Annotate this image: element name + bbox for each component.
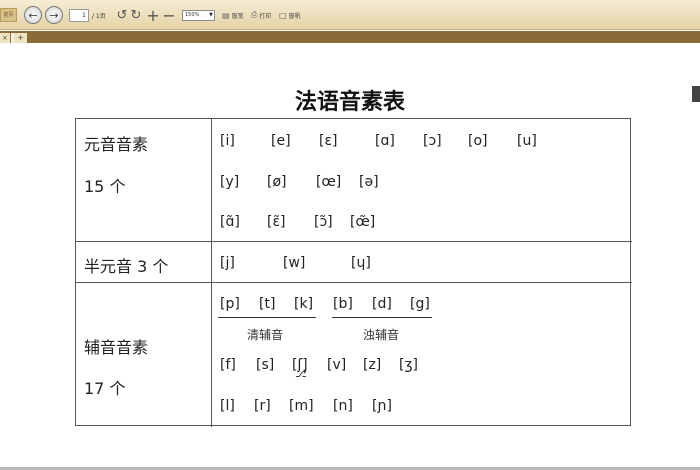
phoneme: [v] — [327, 357, 347, 373]
voiced-underline — [332, 317, 432, 318]
phoneme: [ɲ] — [372, 398, 392, 414]
zoom-in-icon[interactable]: + — [146, 0, 160, 30]
viewer-toolbar: 前页 ← → 1 / 1页 ↺ ↻ + − 150% ▼ ▤ 窗宽 ⎙ 打印 □ … — [0, 0, 700, 30]
arrow-right-icon: → — [45, 6, 63, 24]
phoneme: [œ] — [316, 174, 342, 190]
phoneme: [ə] — [359, 174, 379, 190]
phoneme: [ɑ̃] — [220, 214, 240, 230]
phoneme: [ʒ] — [399, 357, 419, 373]
phoneme-table: 元音音素 15 个 [i] [e] [ɛ] [ɑ] [ɔ] [o] [u] [y… — [75, 118, 632, 427]
zoom-value: 150% — [185, 11, 200, 18]
phoneme: [s] — [256, 357, 275, 373]
arrow-left-icon: ← — [24, 6, 42, 24]
phoneme: [u] — [517, 133, 537, 149]
previous-page-label: 前页 — [0, 8, 17, 22]
fit-width-button[interactable]: ▤ 窗宽 — [222, 0, 244, 30]
phoneme: [z] — [363, 357, 382, 373]
phoneme: [i] — [220, 133, 235, 149]
phoneme: [l] — [220, 398, 235, 414]
rotate-left-icon[interactable]: ↺ — [115, 0, 129, 30]
print-button[interactable]: ⎙ 打印 — [251, 0, 271, 30]
phoneme: [j] — [220, 255, 235, 271]
phoneme: [b] — [333, 296, 353, 312]
phoneme: [ɥ] — [351, 255, 371, 271]
phoneme: [t] — [259, 296, 276, 312]
phoneme: [f] — [220, 357, 236, 373]
phoneme: [w] — [283, 255, 306, 271]
rotate-right-icon[interactable]: ↻ — [129, 0, 143, 30]
zoom-out-icon[interactable]: − — [162, 0, 176, 30]
zoom-select[interactable]: 150% ▼ — [182, 0, 215, 30]
semivowel-label: 半元音 3 个 — [84, 257, 169, 276]
new-tab-icon[interactable]: + — [14, 33, 27, 43]
page-total: / 1页 — [92, 12, 106, 20]
chevron-down-icon: ▼ — [209, 11, 213, 18]
consonant-count: 17 个 — [84, 379, 126, 398]
voiced-label: 浊辅音 — [363, 328, 400, 342]
document-title: 法语音素表 — [294, 90, 405, 115]
phoneme: [ɔ̃] — [314, 214, 333, 230]
phoneme: [m] — [289, 398, 314, 414]
close-tab-icon[interactable]: × — [0, 33, 10, 43]
printer-icon: ⎙ — [251, 10, 258, 19]
phoneme: [ɛ] — [319, 133, 338, 149]
phoneme: [e] — [271, 133, 291, 149]
fullscreen-button[interactable]: □ 窗帆 — [279, 0, 301, 30]
tab-strip — [0, 31, 700, 43]
page-number-value[interactable]: 1 — [69, 8, 89, 22]
phoneme: [d] — [372, 296, 392, 312]
fit-width-label: 窗宽 — [231, 12, 244, 20]
phoneme: [y] — [220, 174, 240, 190]
phoneme: [o] — [468, 133, 488, 149]
voiceless-label: 清辅音 — [247, 328, 284, 342]
row-divider — [76, 282, 632, 283]
phoneme: [p] — [220, 296, 240, 312]
back-button[interactable]: ← — [24, 0, 42, 30]
fullscreen-label: 窗帆 — [288, 12, 301, 20]
fullscreen-icon: □ — [279, 10, 287, 20]
phoneme: [r] — [254, 398, 271, 414]
consonant-label: 辅音音素 — [84, 338, 149, 357]
phoneme: [k] — [294, 296, 314, 312]
row-divider — [76, 241, 632, 242]
vowel-label: 元音音素 — [84, 135, 149, 154]
phoneme: [n] — [333, 398, 353, 414]
page-number-input[interactable]: 1 — [69, 0, 89, 30]
phoneme: [ɛ̃] — [267, 214, 286, 230]
vowel-count: 15 个 — [84, 177, 126, 196]
phoneme: [ɑ] — [375, 133, 395, 149]
column-divider — [211, 119, 212, 427]
phoneme: [ɔ] — [423, 133, 442, 149]
phoneme: [g] — [410, 296, 430, 312]
scroll-marker[interactable] — [692, 86, 700, 102]
fit-width-icon: ▤ — [222, 10, 230, 20]
print-label: 打印 — [259, 12, 272, 20]
text-cursor-icon: ⎇ — [295, 369, 307, 380]
voiceless-underline — [218, 317, 316, 318]
phoneme: [ø] — [267, 174, 287, 190]
forward-button[interactable]: → — [45, 0, 63, 30]
phoneme: [œ̃] — [350, 214, 376, 230]
previous-page-button[interactable]: 前页 — [0, 0, 20, 30]
